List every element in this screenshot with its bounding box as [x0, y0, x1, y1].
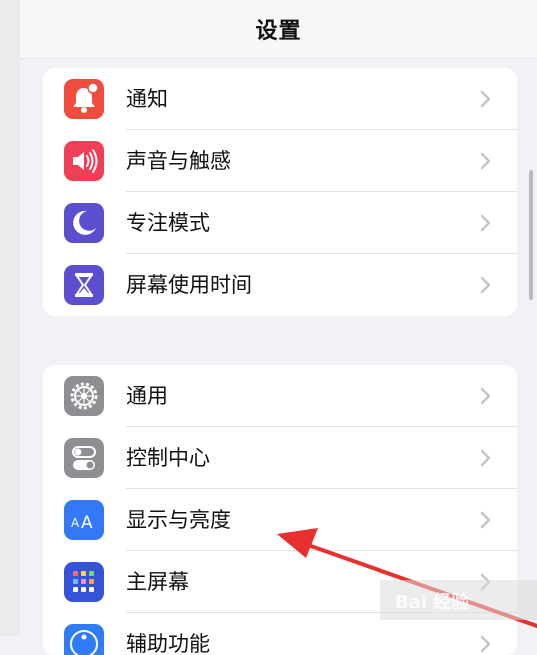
row-label: 通知 — [126, 87, 168, 111]
home-grid-icon — [64, 562, 104, 602]
row-sounds-haptics[interactable]: 声音与触感 — [43, 130, 517, 192]
row-label: 控制中心 — [126, 446, 210, 470]
svg-text:A: A — [71, 516, 80, 530]
row-label: 通用 — [126, 384, 168, 408]
row-screen-time[interactable]: 屏幕使用时间 — [43, 254, 517, 316]
row-label: 辅助功能 — [126, 632, 210, 655]
row-general[interactable]: 通用 — [43, 365, 517, 427]
chevron-right-icon — [480, 449, 491, 467]
gear-icon — [64, 376, 104, 416]
bell-badge-icon — [64, 79, 104, 119]
chevron-right-icon — [480, 511, 491, 529]
accessibility-icon — [64, 624, 104, 655]
row-label: 屏幕使用时间 — [126, 273, 252, 297]
toggle-switches-icon — [64, 438, 104, 478]
chevron-right-icon — [480, 387, 491, 405]
settings-group-1: 通知 声音与触感 专注模式 屏幕使用时间 — [43, 68, 517, 316]
svg-text:A: A — [81, 513, 93, 533]
page-title: 设置 — [255, 19, 302, 44]
speaker-icon — [64, 141, 104, 181]
row-label: 声音与触感 — [126, 149, 231, 173]
row-label: 专注模式 — [126, 211, 210, 235]
text-size-icon: A A — [64, 500, 104, 540]
chevron-right-icon — [480, 90, 491, 108]
chevron-right-icon — [480, 635, 491, 653]
watermark-text: Bai 经验 — [395, 592, 470, 613]
chevron-right-icon — [480, 276, 491, 294]
hourglass-icon — [64, 265, 104, 305]
chevron-right-icon — [480, 152, 491, 170]
row-display-brightness[interactable]: A A 显示与亮度 — [43, 489, 517, 551]
row-notifications[interactable]: 通知 — [43, 68, 517, 130]
chevron-right-icon — [480, 214, 491, 232]
row-control-center[interactable]: 控制中心 — [43, 427, 517, 489]
navigation-bar: 设置 — [20, 0, 537, 59]
row-label: 显示与亮度 — [126, 508, 231, 532]
scrollbar[interactable] — [529, 170, 533, 300]
row-label: 主屏幕 — [126, 570, 189, 594]
row-focus[interactable]: 专注模式 — [43, 192, 517, 254]
left-edge-strip — [0, 0, 20, 636]
moon-icon — [64, 203, 104, 243]
